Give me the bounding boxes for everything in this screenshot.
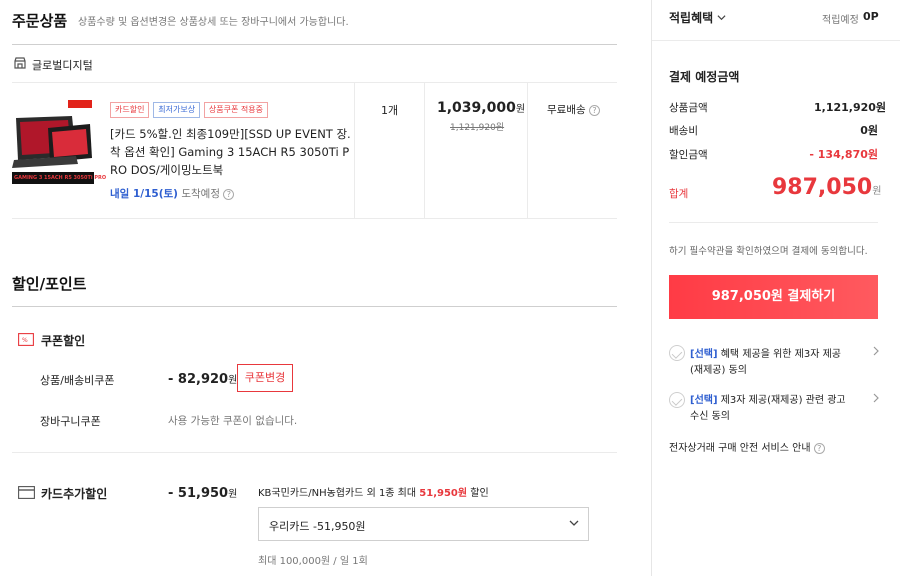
product-name-line: [카드 5%할.인 최종109만][SSD UP EVENT 장. (110, 127, 351, 141)
row-label: 할인금액 (669, 149, 708, 161)
card-desc-prefix: KB국민카드/NH농협카드 외 1종 최대 (258, 488, 417, 499)
product-coupon-amount: - 82,920 (168, 372, 229, 387)
product-name[interactable]: [카드 5%할.인 최종109만][SSD UP EVENT 장. 착 옵션 확… (110, 125, 351, 179)
term-line: 수신 동의 (690, 411, 730, 422)
chevron-down-icon (569, 517, 579, 531)
product-coupon-value: - 82,920원 (168, 371, 237, 387)
store-icon (13, 56, 27, 73)
price-unit: 원 (515, 104, 526, 115)
coupon-title: 쿠폰할인 (41, 334, 86, 348)
checkbox-term-1[interactable] (669, 345, 685, 361)
agree-text: 하기 필수약관을 확인하였으며 결제에 동의합니다. (669, 246, 868, 257)
summary-column: 적립혜택 적립예정 0P 결제 예정금액 상품금액 1,121,920원 배송비… (651, 0, 900, 576)
pay-button[interactable]: 987,050원 결제하기 (669, 275, 878, 319)
chevron-down-icon (717, 11, 726, 25)
delivery-suffix: 도착예정 (181, 188, 220, 200)
card-discount-amount: - 51,950 (168, 486, 229, 501)
tag-lowest-price: 최저가보상 (153, 102, 201, 118)
price-value: 1,039,000 (437, 100, 516, 116)
product-coupon-label: 상품/배송비쿠폰 (40, 374, 115, 387)
order-notice: 상품수량 및 옵션변경은 상품상세 또는 장바구니에서 가능합니다. (78, 17, 349, 28)
column-divider (354, 83, 355, 218)
product-name-line: RO DOS/게이밍노트북 (110, 163, 224, 177)
pay-title: 결제 예정금액 (669, 70, 740, 84)
divider (12, 306, 617, 307)
column-divider (527, 83, 528, 218)
product-tags: 카드할인 최저가보상 상품쿠폰 적용중 (110, 101, 268, 118)
points-label: 적립예정 (822, 15, 859, 26)
points-title[interactable]: 적립혜택 (669, 9, 726, 26)
term-tag: [선택] (690, 395, 718, 406)
order-section-title: 주문상품 (12, 12, 68, 30)
delivery-date: 내일 1/15(토) (110, 188, 178, 200)
term-1[interactable]: [선택] 혜택 제공을 위한 제3자 제공 (재제공) 동의 (690, 347, 841, 379)
card-select-value: 우리카드 -51,950원 (269, 520, 366, 533)
seller-name[interactable]: 글로벌디지털 (32, 57, 93, 73)
thumb-caption: GAMING 3 15ACH R5 3050Ti PRO (14, 175, 107, 181)
points-title-label: 적립혜택 (669, 11, 714, 25)
total-label: 합계 (669, 188, 689, 200)
chevron-right-icon[interactable] (872, 392, 880, 406)
tag-card-discount: 카드할인 (110, 102, 150, 118)
price: 1,039,000원 (437, 100, 525, 116)
safety-text: 전자상거래 구매 안전 서비스 안내 (669, 443, 811, 454)
checkbox-term-2[interactable] (669, 392, 685, 408)
cart-coupon-value: 사용 가능한 쿠폰이 없습니다. (168, 415, 298, 427)
divider (652, 40, 900, 41)
card-discount-value: - 51,950원 (168, 485, 237, 501)
coupon-icon: % (18, 333, 34, 349)
card-desc-suffix: 할인 (470, 488, 489, 499)
change-coupon-button[interactable]: 쿠폰변경 (237, 364, 293, 392)
card-desc-highlight: 51,950원 (419, 488, 468, 499)
safety-info[interactable]: 전자상거래 구매 안전 서비스 안내 ? (669, 439, 825, 454)
chevron-right-icon[interactable] (872, 345, 880, 359)
original-price: 1,121,920원 (450, 123, 505, 133)
svg-text:%: % (22, 337, 28, 344)
column-divider (424, 83, 425, 218)
total-amount: 987,050 (772, 175, 873, 200)
shipping: 무료배송 ? (547, 102, 600, 117)
help-icon[interactable]: ? (223, 188, 235, 200)
row-label: 상품금액 (669, 102, 708, 114)
card-discount-unit: 원 (228, 489, 238, 500)
card-discount-desc: KB국민카드/NH농협카드 외 1종 최대 51,950원 할인 (258, 484, 489, 499)
delivery-info: 내일 1/15(토) 도착예정 ? (110, 186, 235, 201)
card-icon (18, 486, 35, 502)
tag-coupon-applied: 상품쿠폰 적용중 (203, 102, 268, 118)
product-name-line: 착 옵션 확인] Gaming 3 15ACH R5 3050Ti P (110, 145, 350, 159)
term-tag: [선택] (690, 349, 718, 360)
term-line: 혜택 제공을 위한 제3자 제공 (720, 349, 842, 360)
term-2[interactable]: [선택] 제3자 제공(재제공) 관련 광고 수신 동의 (690, 393, 846, 425)
help-icon[interactable]: ? (588, 104, 600, 116)
help-icon[interactable]: ? (813, 442, 825, 454)
product-image[interactable]: GAMING 3 15ACH R5 3050Ti PRO (12, 98, 106, 186)
divider (12, 44, 617, 45)
cart-coupon-label: 장바구니쿠폰 (40, 415, 101, 428)
term-line: (재제공) 동의 (690, 365, 747, 376)
quantity: 1개 (381, 104, 399, 117)
order-column: 주문상품 상품수량 및 옵션변경은 상품상세 또는 장바구니에서 가능합니다. … (0, 0, 630, 576)
divider (12, 218, 617, 219)
card-select[interactable]: 우리카드 -51,950원 (258, 507, 589, 541)
total-value: 987,050원 (772, 175, 881, 200)
shipping-label: 무료배송 (547, 104, 586, 116)
row-value-discount: - 134,870원 (809, 148, 878, 161)
card-discount-title: 카드추가할인 (41, 487, 108, 501)
divider (669, 222, 878, 223)
term-line: 제3자 제공(재제공) 관련 광고 (720, 395, 846, 406)
points-value: 0P (863, 10, 879, 23)
total-unit: 원 (872, 186, 882, 197)
row-label: 배송비 (669, 125, 698, 137)
row-value: 1,121,920원 (814, 101, 887, 114)
discount-section-title: 할인/포인트 (12, 275, 87, 293)
row-value: 0원 (860, 124, 878, 137)
divider (12, 452, 617, 453)
card-limit: 최대 100,000원 / 일 1회 (258, 556, 368, 567)
product-coupon-unit: 원 (228, 375, 238, 386)
